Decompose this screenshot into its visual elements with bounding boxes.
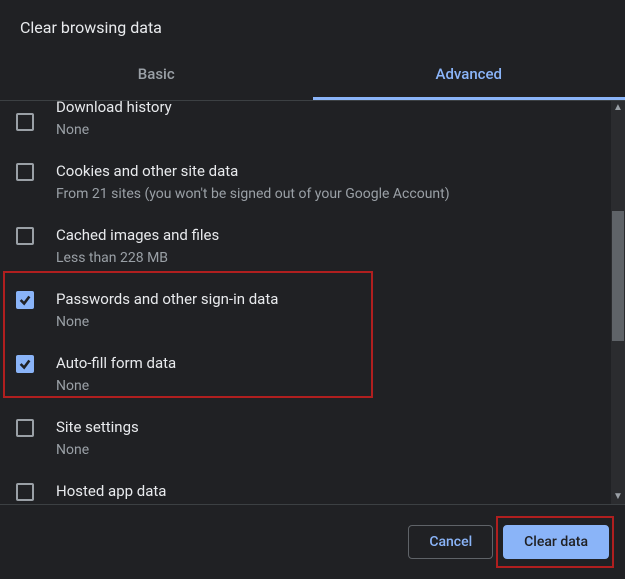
checkbox-wrap (16, 161, 56, 181)
option-title: Auto-fill form data (56, 353, 611, 374)
checkbox-cookies[interactable] (16, 163, 34, 181)
checkbox-hosted-app[interactable] (16, 483, 34, 501)
dialog-title: Clear browsing data (20, 18, 605, 37)
check-icon (18, 357, 32, 371)
option-sub: None (56, 120, 611, 141)
cancel-button[interactable]: Cancel (408, 525, 493, 559)
option-title: Cookies and other site data (56, 161, 611, 182)
scrollbar-thumb[interactable] (612, 211, 624, 341)
checkbox-site-settings[interactable] (16, 419, 34, 437)
check-icon (18, 293, 32, 307)
dialog-footer: Cancel Clear data (0, 504, 625, 579)
option-autofill: Auto-fill form data None (0, 343, 611, 407)
scrollbar[interactable]: ▲ ▼ (611, 101, 625, 504)
option-title: Cached images and files (56, 225, 611, 246)
option-text: Download history None (56, 111, 611, 141)
option-sub: None (56, 440, 611, 461)
tab-advanced[interactable]: Advanced (313, 51, 625, 100)
option-cache: Cached images and files Less than 228 MB (0, 215, 611, 279)
option-title: Passwords and other sign-in data (56, 289, 611, 310)
checkbox-wrap (16, 225, 56, 245)
tabs: Basic Advanced (0, 51, 625, 101)
option-text: Auto-fill form data None (56, 353, 611, 397)
option-sub: From 21 sites (you won't be signed out o… (56, 184, 611, 205)
checkbox-autofill[interactable] (16, 355, 34, 373)
option-text: Cookies and other site data From 21 site… (56, 161, 611, 205)
checkbox-wrap (16, 111, 56, 131)
option-download: Download history None (0, 101, 611, 151)
scroll-down-icon[interactable]: ▼ (613, 492, 623, 502)
dialog-header: Clear browsing data (0, 0, 625, 45)
option-title: Site settings (56, 417, 611, 438)
option-sub: Less than 228 MB (56, 248, 611, 269)
checkbox-download[interactable] (16, 113, 34, 131)
checkbox-wrap (16, 289, 56, 309)
option-title: Download history (56, 101, 611, 118)
options-list: Download history None Cookies and other … (0, 101, 625, 504)
option-text: Passwords and other sign-in data None (56, 289, 611, 333)
option-sub: None (56, 376, 611, 397)
checkbox-wrap (16, 353, 56, 373)
option-text: Hosted app data 5 apps (Cloud Print, Gma… (56, 481, 611, 504)
content-area: Download history None Cookies and other … (0, 101, 625, 504)
option-hosted-app: Hosted app data 5 apps (Cloud Print, Gma… (0, 471, 611, 504)
tab-basic[interactable]: Basic (0, 51, 313, 100)
option-sub: None (56, 312, 611, 333)
checkbox-wrap (16, 481, 56, 501)
option-text: Site settings None (56, 417, 611, 461)
checkbox-passwords[interactable] (16, 291, 34, 309)
checkbox-cache[interactable] (16, 227, 34, 245)
option-cookies: Cookies and other site data From 21 site… (0, 151, 611, 215)
scroll-up-icon[interactable]: ▲ (613, 103, 623, 113)
option-passwords: Passwords and other sign-in data None (0, 279, 611, 343)
option-text: Cached images and files Less than 228 MB (56, 225, 611, 269)
option-title: Hosted app data (56, 481, 611, 502)
option-site-settings: Site settings None (0, 407, 611, 471)
checkbox-wrap (16, 417, 56, 437)
clear-data-button[interactable]: Clear data (503, 525, 609, 559)
